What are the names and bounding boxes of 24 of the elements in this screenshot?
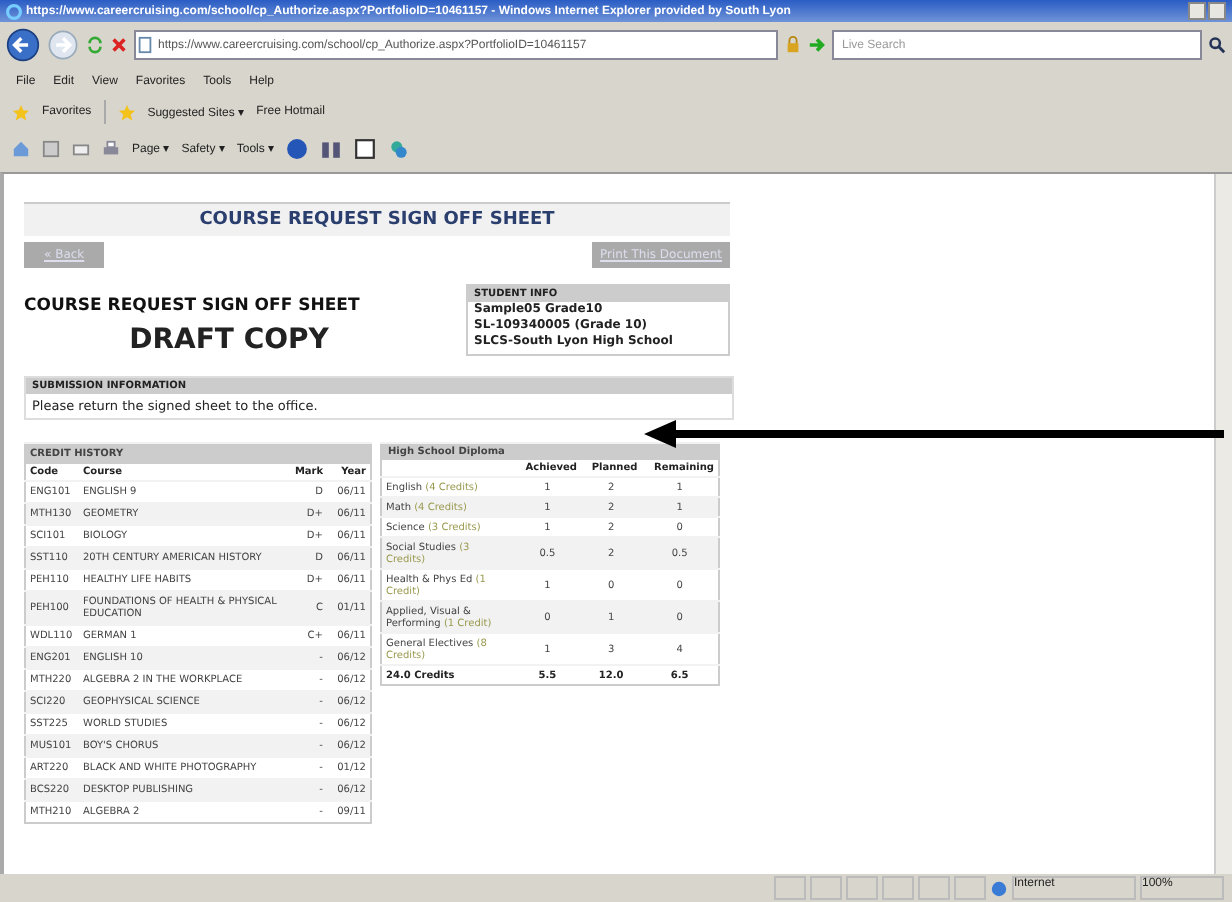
browser-logo-icon (6, 3, 22, 19)
draft-copy-label: DRAFT COPY (127, 324, 331, 356)
status-bar-pane (810, 876, 842, 900)
search-icon[interactable] (1208, 36, 1226, 54)
sheet-heading: COURSE REQUEST SIGN OFF SHEET (24, 296, 362, 316)
refresh-icon[interactable] (86, 36, 104, 54)
back-icon[interactable] (6, 28, 40, 62)
status-bar-pane (846, 876, 878, 900)
star-icon[interactable] (12, 103, 30, 121)
lock-icon[interactable] (784, 36, 802, 54)
status-bar-pane (882, 876, 914, 900)
printer-icon[interactable] (102, 139, 120, 157)
page-banner: COURSE REQUEST SIGN OFF SHEET (24, 202, 730, 236)
status-bar-pane (954, 876, 986, 900)
status-bar-pane (918, 876, 950, 900)
go-arrow-icon[interactable] (808, 36, 826, 54)
minimize-button[interactable] (1188, 2, 1206, 20)
status-bar-pane (774, 876, 806, 900)
home-icon[interactable] (12, 139, 30, 157)
close-icon[interactable] (110, 36, 128, 54)
scrollbar[interactable] (1214, 174, 1232, 874)
maximize-button[interactable] (1208, 2, 1226, 20)
mail-icon[interactable] (72, 139, 90, 157)
window-icon[interactable] (354, 137, 377, 159)
